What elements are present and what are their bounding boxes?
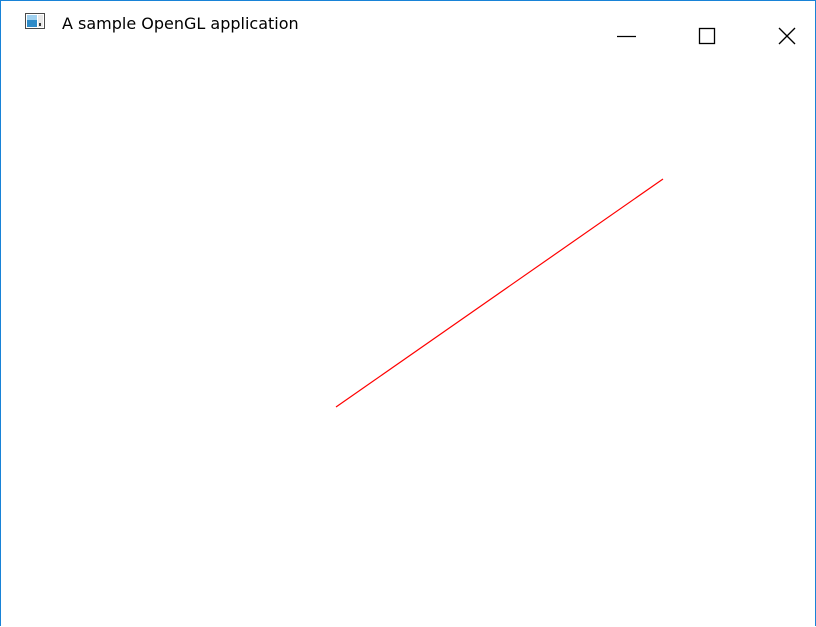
application-window: A sample OpenGL application bbox=[0, 0, 816, 626]
red-line bbox=[335, 178, 664, 408]
minimize-button[interactable] bbox=[604, 21, 650, 51]
maximize-button[interactable] bbox=[684, 21, 730, 51]
minimize-icon bbox=[617, 26, 637, 46]
title-bar[interactable]: A sample OpenGL application bbox=[1, 1, 815, 45]
close-button[interactable] bbox=[764, 21, 810, 51]
opengl-viewport[interactable] bbox=[1, 61, 815, 626]
window-title: A sample OpenGL application bbox=[62, 14, 299, 33]
window-app-icon[interactable] bbox=[25, 13, 45, 29]
render-canvas bbox=[335, 178, 664, 408]
maximize-icon bbox=[697, 26, 717, 46]
close-icon bbox=[777, 26, 797, 46]
